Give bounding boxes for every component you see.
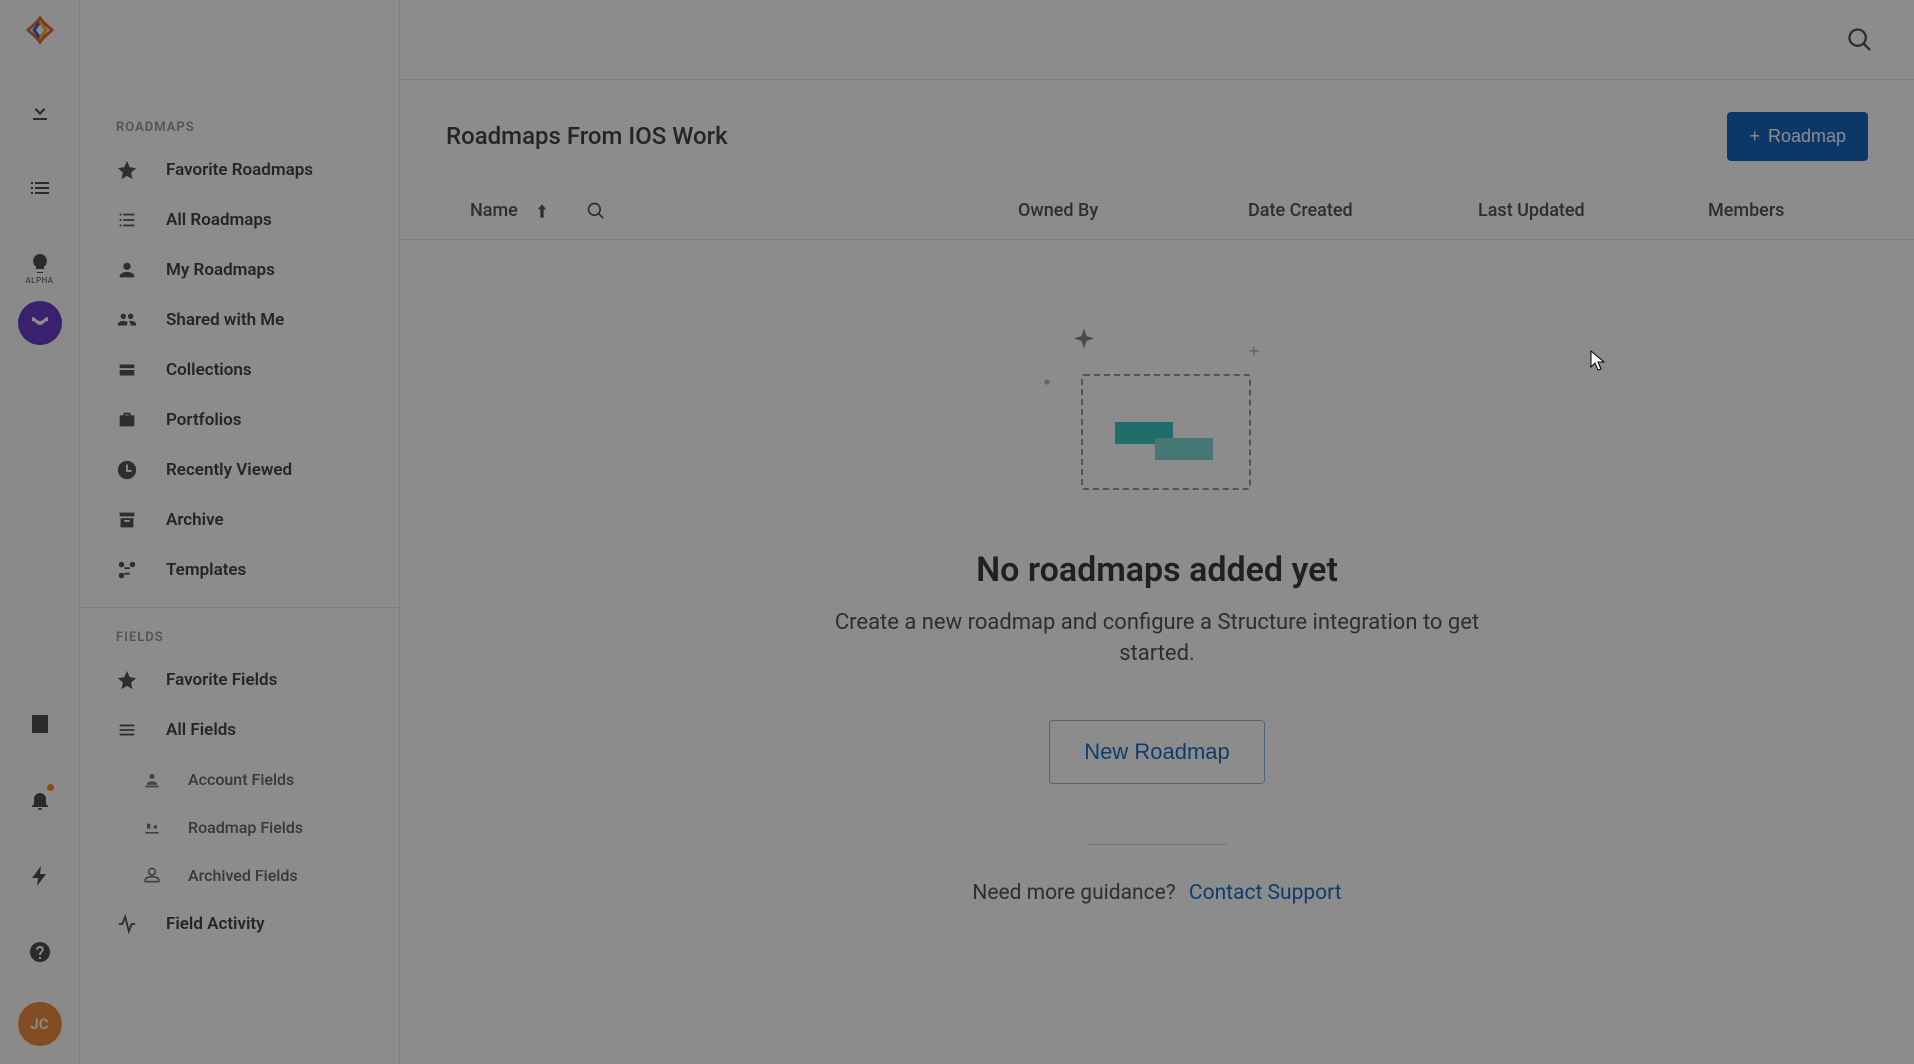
sidebar-item-account-fields[interactable]: Account Fields (80, 755, 399, 803)
sidebar-divider (80, 607, 399, 608)
sidebar-item-label: Templates (166, 560, 246, 580)
sidebar-item-portfolios[interactable]: Portfolios (80, 395, 399, 445)
search-icon[interactable] (1846, 26, 1874, 54)
bell-icon (28, 788, 52, 812)
rail-contacts[interactable] (18, 702, 62, 746)
briefcase-icon (116, 409, 138, 431)
th-name[interactable]: Name (470, 200, 518, 221)
sidebar-item-label: Favorite Fields (166, 670, 277, 690)
sidebar-item-recently-viewed[interactable]: Recently Viewed (80, 445, 399, 495)
table-header: Name Owned By Date Created Last Updated … (400, 186, 1914, 240)
sidebar-item-shared-with-me[interactable]: Shared with Me (80, 295, 399, 345)
rail-alpha[interactable]: ALPHA (18, 226, 62, 285)
sidebar-item-label: All Fields (166, 720, 236, 740)
sidebar-item-label: Account Fields (188, 770, 294, 789)
sidebar-item-label: Collections (166, 360, 252, 380)
app-root: ALPHA JC ROADMAPS Favorite Roadmaps (0, 0, 1914, 1064)
people-icon (116, 309, 138, 331)
sidebar-item-label: Favorite Roadmaps (166, 160, 313, 180)
new-roadmap-button-label: Roadmap (1768, 126, 1846, 147)
star-icon (116, 159, 138, 181)
download-icon (28, 100, 52, 124)
sidebar-item-roadmap-fields[interactable]: Roadmap Fields (80, 803, 399, 851)
sidebar-panel: ROADMAPS Favorite Roadmaps All Roadmaps … (80, 0, 400, 1064)
sort-asc-icon[interactable] (532, 201, 552, 221)
th-members[interactable]: Members (1708, 200, 1868, 221)
list-bullets-icon (116, 209, 138, 231)
sidebar-section-fields: FIELDS (80, 620, 399, 655)
clock-icon (116, 459, 138, 481)
sidebar-item-label: Field Activity (166, 914, 265, 934)
account-field-icon (142, 769, 162, 789)
contact-support-link[interactable]: Contact Support (1189, 881, 1342, 905)
page-header: Roadmaps From IOS Work + Roadmap (400, 80, 1914, 186)
sidebar-item-templates[interactable]: Templates (80, 545, 399, 595)
sidebar-item-archived-fields[interactable]: Archived Fields (80, 851, 399, 899)
sidebar-item-collections[interactable]: Collections (80, 345, 399, 395)
th-owned-by[interactable]: Owned By (1018, 200, 1248, 221)
guidance-text: Need more guidance? (972, 881, 1175, 905)
app-logo[interactable] (24, 14, 56, 46)
collections-icon (116, 359, 138, 381)
archive-icon (116, 509, 138, 531)
lightning-icon (28, 864, 52, 888)
roadmap-field-icon (142, 817, 162, 837)
rail-roadmaps[interactable] (18, 301, 62, 345)
rail-activity[interactable] (18, 854, 62, 898)
topbar (400, 0, 1914, 80)
archived-field-icon (142, 865, 162, 885)
sidebar-item-label: Recently Viewed (166, 460, 292, 480)
page-title: Roadmaps From IOS Work (446, 122, 1727, 150)
empty-description: Create a new roadmap and configure a Str… (797, 608, 1517, 670)
contacts-icon (28, 712, 52, 736)
sidebar-item-label: Shared with Me (166, 310, 284, 330)
lightbulb-icon (28, 252, 52, 276)
empty-title: No roadmaps added yet (976, 550, 1338, 590)
rail-inbox[interactable] (18, 90, 62, 134)
search-column-icon[interactable] (586, 201, 606, 221)
sidebar-item-favorite-roadmaps[interactable]: Favorite Roadmaps (80, 145, 399, 195)
sidebar-item-label: Archive (166, 510, 224, 530)
list-icon (28, 176, 52, 200)
sidebar-item-field-activity[interactable]: Field Activity (80, 899, 399, 949)
sidebar-item-label: Portfolios (166, 410, 242, 430)
empty-separator (1087, 844, 1227, 845)
plus-icon: + (1749, 127, 1760, 145)
sidebar-item-label: Archived Fields (188, 866, 298, 885)
empty-new-roadmap-button[interactable]: New Roadmap (1049, 720, 1265, 784)
person-icon (116, 259, 138, 281)
rail-help[interactable] (18, 930, 62, 974)
rail-tasks[interactable] (18, 166, 62, 210)
empty-illustration (1047, 320, 1267, 500)
sidebar-item-label: Roadmap Fields (188, 818, 303, 837)
notification-dot (47, 784, 54, 791)
th-last-updated[interactable]: Last Updated (1478, 200, 1708, 221)
avatar-initials: JC (30, 1015, 48, 1033)
sidebar-item-my-roadmaps[interactable]: My Roadmaps (80, 245, 399, 295)
sidebar-item-favorite-fields[interactable]: Favorite Fields (80, 655, 399, 705)
sidebar-item-all-roadmaps[interactable]: All Roadmaps (80, 195, 399, 245)
new-roadmap-button[interactable]: + Roadmap (1727, 112, 1868, 161)
sidebar-item-label: My Roadmaps (166, 260, 275, 280)
icon-rail: ALPHA JC (0, 0, 80, 1064)
main-content: Roadmaps From IOS Work + Roadmap Name Ow… (400, 0, 1914, 1064)
guidance-row: Need more guidance? Contact Support (972, 881, 1341, 905)
rail-notifications[interactable] (18, 778, 62, 822)
user-avatar[interactable]: JC (18, 1002, 62, 1046)
roadmap-icon (28, 311, 52, 335)
sidebar-item-all-fields[interactable]: All Fields (80, 705, 399, 755)
activity-icon (116, 913, 138, 935)
sidebar-item-label: All Roadmaps (166, 210, 272, 230)
sidebar-section-roadmaps: ROADMAPS (80, 110, 399, 145)
templates-icon (116, 559, 138, 581)
th-date-created[interactable]: Date Created (1248, 200, 1478, 221)
sidebar-item-archive[interactable]: Archive (80, 495, 399, 545)
menu-icon (116, 719, 138, 741)
empty-state: No roadmaps added yet Create a new roadm… (400, 240, 1914, 1064)
star-icon (116, 669, 138, 691)
help-icon (28, 940, 52, 964)
